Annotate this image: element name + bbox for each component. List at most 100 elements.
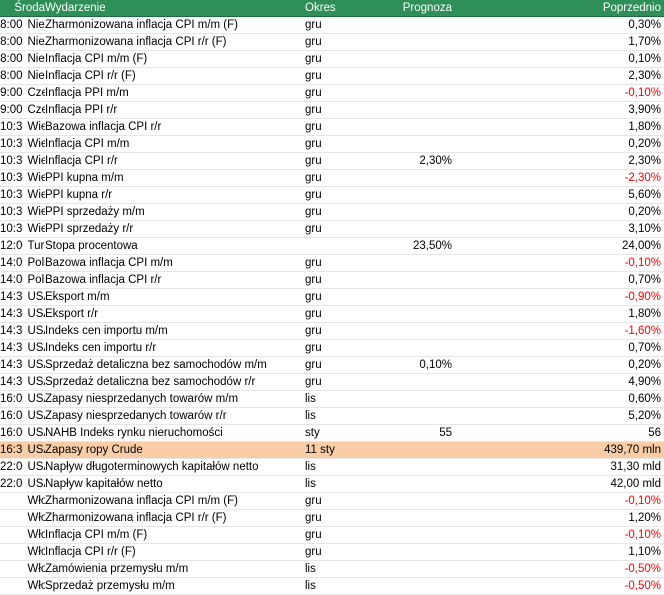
country-cell: USA (22, 356, 45, 374)
country-cell: USA (22, 339, 45, 357)
forecast-cell: 0,10% (375, 356, 455, 374)
previous-cell: 0,10% (455, 50, 664, 68)
previous-cell: 0,60% (455, 390, 664, 408)
header-event: Wydarzenie (45, 0, 305, 17)
forecast-cell (375, 492, 455, 510)
country-cell: Wielka Brytania (22, 152, 45, 170)
previous-cell: 4,90% (455, 373, 664, 391)
country-cell: Wielka Brytania (22, 203, 45, 221)
previous-cell: 1,80% (455, 118, 664, 136)
table-row: 14:30USASprzedaż detaliczna bez samochod… (0, 373, 664, 391)
time-cell: 14:30 (0, 373, 23, 391)
previous-cell: 0,70% (455, 339, 664, 357)
event-cell: PPI kupna r/r (45, 186, 305, 204)
time-cell (0, 560, 23, 578)
period-cell: gru (305, 67, 375, 85)
forecast-cell (375, 118, 455, 136)
previous-cell: -1,60% (455, 322, 664, 340)
forecast-cell (375, 373, 455, 391)
period-cell: gru (305, 373, 375, 391)
country-cell: Polska (22, 271, 45, 289)
forecast-cell (375, 305, 455, 323)
table-row: 12:00TurcjaStopa procentowa 23,50%24,00% (0, 237, 664, 255)
time-cell: 9:00 (0, 84, 23, 102)
table-row: WłochySprzedaż przemysłu m/mlis -0,50% (0, 577, 664, 595)
header-row: Środa Wydarzenie Okres Prognoza Poprzedn… (0, 0, 664, 17)
time-cell (0, 526, 23, 544)
previous-cell: 24,00% (455, 237, 664, 255)
period-cell: gru (305, 220, 375, 238)
forecast-cell (375, 339, 455, 357)
country-cell: Czechy (22, 84, 45, 102)
event-cell: PPI kupna m/m (45, 169, 305, 187)
event-cell: Zharmonizowana inflacja CPI m/m (F) (45, 16, 305, 34)
previous-cell: 42,00 mld (455, 475, 664, 493)
forecast-cell: 23,50% (375, 237, 455, 255)
time-cell: 14:30 (0, 356, 23, 374)
event-cell: Inflacja PPI r/r (45, 101, 305, 119)
country-cell: Włochy (22, 526, 45, 544)
country-cell: Wielka Brytania (22, 135, 45, 153)
event-cell: Inflacja CPI m/m (F) (45, 526, 305, 544)
time-cell: 10:30 (0, 203, 23, 221)
country-cell: Włochy (22, 577, 45, 595)
forecast-cell (375, 67, 455, 85)
country-cell: Wielka Brytania (22, 169, 45, 187)
country-cell: Wielka Brytania (22, 118, 45, 136)
forecast-cell (375, 186, 455, 204)
table-row: 14:30USAEksport r/rgru 1,80% (0, 305, 664, 323)
country-cell: USA (22, 373, 45, 391)
country-cell: Turcja (22, 237, 45, 255)
country-cell: USA (22, 458, 45, 476)
time-cell: 14:30 (0, 288, 23, 306)
forecast-cell (375, 441, 455, 459)
period-cell: gru (305, 288, 375, 306)
forecast-cell (375, 407, 455, 425)
period-cell: gru (305, 271, 375, 289)
time-cell: 8:00 (0, 50, 23, 68)
table-row: WłochyInflacja CPI m/m (F)gru -0,10% (0, 526, 664, 544)
event-cell: Inflacja CPI r/r (F) (45, 67, 305, 85)
previous-cell: 0,30% (455, 16, 664, 34)
forecast-cell (375, 101, 455, 119)
country-cell: Niemcy (22, 33, 45, 51)
time-cell: 14:30 (0, 339, 23, 357)
event-cell: Zharmonizowana inflacja CPI r/r (F) (45, 33, 305, 51)
table-row: 10:30Wielka BrytaniaPPI sprzedaży m/mgru… (0, 203, 664, 221)
country-cell: USA (22, 305, 45, 323)
event-cell: Zharmonizowana inflacja CPI r/r (F) (45, 509, 305, 527)
period-cell: lis (305, 407, 375, 425)
forecast-cell (375, 84, 455, 102)
country-cell: Włochy (22, 492, 45, 510)
event-cell: Zapasy niesprzedanych towarów r/r (45, 407, 305, 425)
table-row: 16:30USAZapasy ropy Crude11 sty 439,70 ml… (0, 441, 664, 459)
previous-cell: 5,20% (455, 407, 664, 425)
previous-cell: 56 (455, 424, 664, 442)
forecast-cell (375, 288, 455, 306)
event-cell: Sprzedaż przemysłu m/m (45, 577, 305, 595)
time-cell: 16:00 (0, 390, 23, 408)
time-cell: 10:30 (0, 186, 23, 204)
table-header: Środa Wydarzenie Okres Prognoza Poprzedn… (0, 0, 664, 17)
time-cell: 22:00 (0, 458, 23, 476)
table-row: 16:00USANAHB Indeks rynku nieruchomościs… (0, 424, 664, 442)
event-cell: Zapasy niesprzedanych towarów m/m (45, 390, 305, 408)
previous-cell: 3,90% (455, 101, 664, 119)
event-cell: Zapasy ropy Crude (45, 441, 305, 459)
period-cell: gru (305, 84, 375, 102)
forecast-cell (375, 560, 455, 578)
previous-cell: 2,30% (455, 67, 664, 85)
period-cell: sty (305, 424, 375, 442)
previous-cell: 5,60% (455, 186, 664, 204)
previous-cell: 0,20% (455, 135, 664, 153)
forecast-cell (375, 475, 455, 493)
table-row: WłochyZamówienia przemysłu m/mlis -0,50% (0, 560, 664, 578)
country-cell: Niemcy (22, 67, 45, 85)
time-cell: 14:30 (0, 322, 23, 340)
period-cell: lis (305, 475, 375, 493)
event-cell: Eksport r/r (45, 305, 305, 323)
period-cell: 11 sty (305, 441, 375, 459)
forecast-cell (375, 254, 455, 272)
event-cell: Napływ długoterminowych kapitałów netto (45, 458, 305, 476)
forecast-cell (375, 203, 455, 221)
